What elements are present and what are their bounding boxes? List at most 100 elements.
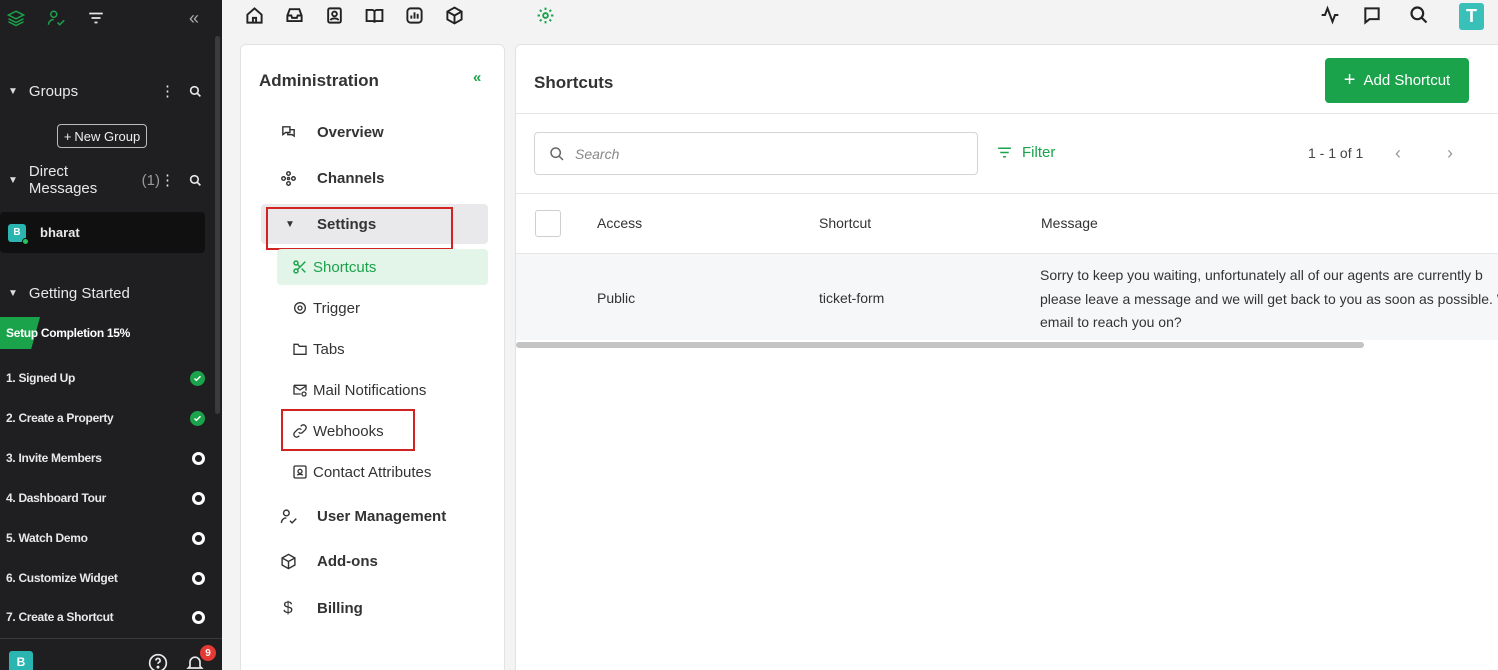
step-item[interactable]: 2. Create a Property	[0, 408, 205, 428]
plus-icon: +	[63, 128, 72, 144]
step-item[interactable]: 7. Create a Shortcut	[0, 608, 205, 626]
column-header-message[interactable]: Message	[1041, 215, 1098, 231]
top-bar: T	[222, 0, 1498, 32]
search-icon[interactable]	[189, 174, 202, 187]
collapse-sidebar-icon[interactable]: «	[184, 8, 204, 28]
message-line: please leave a message and we will get b…	[1040, 290, 1498, 307]
add-shortcut-button[interactable]: + Add Shortcut	[1325, 58, 1469, 103]
inbox-icon[interactable]	[283, 4, 305, 26]
search-input[interactable]	[575, 145, 955, 162]
nav-addons[interactable]: Add-ons	[241, 543, 506, 579]
settings-icon[interactable]	[534, 4, 556, 26]
user-avatar[interactable]: T	[1459, 3, 1484, 30]
nav-overview[interactable]: Overview	[241, 114, 506, 150]
home-icon[interactable]	[243, 4, 265, 26]
sidebar-footer: B 9	[0, 638, 222, 670]
left-sidebar: « ▼ Groups ⋮ + New Group ▼ Direct Messag…	[0, 0, 222, 670]
empty-circle-icon	[192, 610, 205, 624]
getting-started-section-header[interactable]: ▼ Getting Started	[0, 282, 210, 304]
reports-icon[interactable]	[403, 4, 425, 26]
dm-user-name: bharat	[40, 225, 80, 240]
divider	[516, 113, 1498, 114]
column-header-access[interactable]: Access	[597, 215, 642, 231]
shortcuts-panel: Shortcuts + Add Shortcut Filter 1 - 1 of…	[515, 44, 1498, 670]
step-item[interactable]: 6. Customize Widget	[0, 568, 205, 588]
getting-started-label: Getting Started	[28, 284, 130, 302]
nav-label: Billing	[317, 599, 363, 617]
sub-nav-shortcuts[interactable]: Shortcuts	[277, 249, 488, 285]
groups-section-header[interactable]: ▼ Groups ⋮	[0, 80, 210, 102]
empty-circle-icon	[192, 531, 205, 545]
more-vertical-icon[interactable]: ⋮	[160, 171, 175, 189]
user-avatar[interactable]: B	[9, 651, 33, 670]
step-label: 5. Watch Demo	[6, 531, 88, 545]
table-row[interactable]: Public ticket-form Sorry to keep you wai…	[516, 254, 1498, 340]
filter-icon	[998, 147, 1011, 158]
nav-billing[interactable]: $ Billing	[241, 590, 506, 626]
sub-nav-tabs[interactable]: Tabs	[277, 331, 488, 367]
avatar: B	[8, 223, 29, 245]
cell-message: Sorry to keep you waiting, unfortunately…	[1040, 264, 1498, 335]
plus-icon: +	[1343, 69, 1356, 91]
layers-icon[interactable]	[6, 8, 26, 28]
search-icon	[550, 146, 564, 161]
sidebar-toolbar: «	[0, 0, 222, 36]
highlight-box	[266, 207, 453, 250]
search-icon[interactable]	[189, 85, 202, 98]
step-label: 2. Create a Property	[6, 411, 114, 425]
step-item[interactable]: 5. Watch Demo	[0, 528, 205, 548]
nav-label: Add-ons	[317, 552, 378, 570]
dollar-icon: $	[283, 598, 293, 617]
activity-icon[interactable]	[1319, 4, 1341, 26]
add-shortcut-label: Add Shortcut	[1363, 72, 1451, 89]
chevron-left-icon[interactable]: ‹	[1386, 141, 1410, 165]
search-field[interactable]	[534, 132, 978, 175]
step-label: 6. Customize Widget	[6, 571, 118, 585]
chat-icon[interactable]	[1361, 4, 1383, 26]
user-check-icon[interactable]	[46, 8, 66, 28]
filter-button[interactable]: Filter	[996, 144, 1055, 161]
caret-down-icon: ▼	[8, 85, 18, 97]
new-group-button[interactable]: + New Group	[57, 124, 147, 148]
book-icon[interactable]	[363, 4, 385, 26]
caret-down-icon: ▼	[8, 287, 18, 299]
contacts-icon[interactable]	[323, 4, 345, 26]
sub-nav-trigger[interactable]: Trigger	[277, 290, 488, 326]
step-label: 7. Create a Shortcut	[6, 610, 114, 624]
step-item[interactable]: 1. Signed Up	[0, 368, 205, 388]
sub-nav-mail-notifications[interactable]: Mail Notifications	[277, 372, 488, 408]
box-icon[interactable]	[443, 4, 465, 26]
message-line: email to reach you on?	[1040, 314, 1182, 330]
select-all-checkbox[interactable]	[535, 210, 561, 237]
gear-icon	[291, 299, 309, 317]
sub-nav-contact-attributes[interactable]: Contact Attributes	[277, 454, 488, 490]
groups-label: Groups	[28, 82, 79, 100]
column-header-shortcut[interactable]: Shortcut	[819, 215, 871, 231]
chevron-right-icon[interactable]: ›	[1438, 141, 1462, 165]
step-label: 1. Signed Up	[6, 371, 76, 385]
direct-messages-label: Direct Messages	[28, 163, 98, 197]
nav-label: User Management	[317, 507, 447, 525]
nav-channels[interactable]: Channels	[241, 160, 506, 196]
new-group-label: New Group	[74, 128, 141, 144]
filter-lines-icon[interactable]	[86, 8, 106, 28]
more-vertical-icon[interactable]: ⋮	[160, 82, 175, 100]
mail-settings-icon	[291, 381, 309, 399]
caret-down-icon: ▼	[8, 174, 18, 186]
cell-shortcut: ticket-form	[819, 290, 885, 306]
step-item[interactable]: 4. Dashboard Tour	[0, 488, 205, 508]
step-item[interactable]: 3. Invite Members	[0, 448, 205, 468]
sub-nav-label: Shortcuts	[313, 258, 377, 276]
search-icon[interactable]	[1408, 4, 1430, 26]
online-status-dot	[22, 237, 29, 245]
dm-item-bharat[interactable]: B bharat	[0, 212, 205, 253]
sidebar-scrollbar[interactable]	[215, 36, 220, 414]
setup-progress-bar: Setup Completion 15%	[0, 317, 215, 349]
help-icon[interactable]	[148, 653, 168, 670]
nav-user-management[interactable]: User Management	[241, 498, 506, 534]
direct-messages-section-header[interactable]: ▼ Direct Messages (1) ⋮	[0, 163, 210, 197]
empty-circle-icon	[192, 571, 205, 585]
collapse-panel-icon[interactable]: «	[473, 69, 481, 86]
horizontal-scrollbar[interactable]	[516, 342, 1364, 348]
user-management-icon	[279, 507, 297, 525]
